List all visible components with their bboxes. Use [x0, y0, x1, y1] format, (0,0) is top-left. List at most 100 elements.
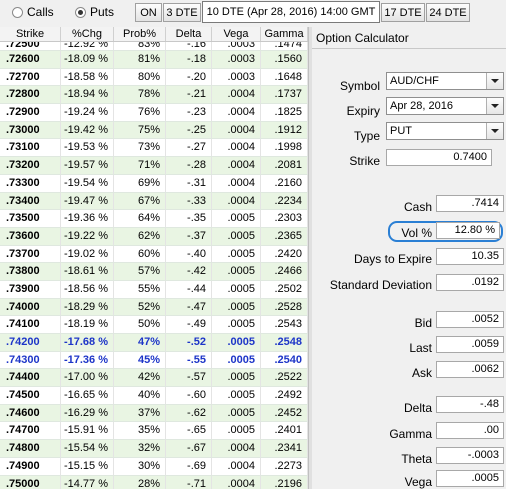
chevron-down-icon[interactable] [486, 123, 503, 139]
table-row[interactable]: .73300 -19.54 % 69% -.31.0004.2160 [0, 174, 308, 193]
expiry-button-10dte[interactable]: 10 DTE (Apr 28, 2016) 14:00 GMT [202, 1, 380, 23]
table-row[interactable]: .75000 -14.77 % 28% -.71.0004.2196 [0, 475, 308, 489]
delta-cell: -.42 [166, 263, 212, 280]
table-row[interactable]: .72600 -18.09 % 81% -.18.0003.1560 [0, 51, 308, 69]
delta-cell: -.60 [166, 387, 212, 404]
delta-cell: -.23 [166, 104, 212, 121]
chevron-down-icon[interactable] [486, 98, 503, 114]
table-row[interactable]: .74000 -18.29 % 52% -.47.0005.2528 [0, 298, 308, 317]
chevron-down-icon[interactable] [486, 73, 503, 89]
strike-cell: .72500 [0, 42, 61, 50]
gamma-cell: .2502 [261, 280, 308, 298]
table-row[interactable]: .74600 -16.29 % 37% -.62.0005.2452 [0, 404, 308, 423]
gamma-cell: .1737 [261, 86, 308, 104]
std-dev-label: Standard Deviation [329, 278, 432, 292]
delta-cell: -.40 [166, 245, 212, 263]
theta-field[interactable]: -.0003 [436, 447, 504, 464]
table-body: .72500 -12.92 % 83% -.16 .0003 .1474 .72… [0, 42, 308, 489]
column-header-delta[interactable]: Delta [166, 27, 212, 41]
table-row[interactable]: .73700 -19.02 % 60% -.40.0005.2420 [0, 245, 308, 264]
gamma-cell: .1912 [261, 121, 308, 139]
table-row[interactable]: .74200 -17.68 % 47% -.52.0005.2548 [0, 334, 308, 352]
table-row[interactable]: .73000 -19.42 % 75% -.25.0004.1912 [0, 121, 308, 140]
std-dev-field[interactable]: .0192 [436, 274, 504, 291]
last-field[interactable]: .0059 [436, 336, 504, 353]
expiry-button-3dte[interactable]: 3 DTE [163, 3, 201, 22]
vega-field[interactable]: .0005 [436, 470, 504, 487]
calls-radio[interactable]: Calls [12, 5, 54, 19]
expiry-button-on[interactable]: ON [135, 3, 162, 22]
column-header-prob[interactable]: Prob% [114, 27, 166, 41]
table-row[interactable]: .73800 -18.61 % 57% -.42.0005.2466 [0, 263, 308, 281]
gamma-cell: .2365 [261, 227, 308, 245]
prob-cell: 52% [114, 298, 166, 316]
table-row[interactable]: .73500 -19.36 % 64% -.35.0005.2303 [0, 210, 308, 228]
table-row[interactable]: .72800 -18.94 % 78% -.21.0004.1737 [0, 86, 308, 105]
ask-label: Ask [411, 366, 432, 380]
column-header-chg[interactable]: %Chg [61, 27, 114, 41]
vega-cell: .0005 [212, 422, 261, 440]
expiry-button-24dte[interactable]: 24 DTE [426, 3, 470, 22]
table-row[interactable]: .74300 -17.36 % 45% -.55.0005.2540 [0, 351, 308, 370]
days-to-expire-field[interactable]: 10.35 [436, 248, 504, 265]
vega-cell: .0004 [212, 475, 261, 489]
cash-field[interactable]: .7414 [436, 195, 504, 212]
delta-cell: -.47 [166, 298, 212, 316]
prob-cell: 45% [114, 351, 166, 369]
vega-cell: .0004 [212, 139, 261, 157]
delta-cell: -.25 [166, 121, 212, 139]
table-row[interactable]: .73200 -19.57 % 71% -.28.0004.2081 [0, 157, 308, 175]
chg-cell: -17.68 % [61, 334, 114, 351]
prob-cell: 78% [114, 86, 166, 104]
bid-field[interactable]: .0052 [436, 311, 504, 328]
column-header-gamma[interactable]: Gamma [261, 27, 308, 41]
gamma-cell: .2528 [261, 298, 308, 316]
table-row[interactable]: .72700 -18.58 % 80% -.20.0003.1648 [0, 68, 308, 87]
table-row[interactable]: .74900 -15.15 % 30% -.69.0004.2273 [0, 457, 308, 476]
ask-field[interactable]: .0062 [436, 361, 504, 378]
prob-cell: 81% [114, 51, 166, 68]
days-to-expire-label: Days to Expire [353, 252, 432, 266]
table-row[interactable]: .73600 -19.22 % 62% -.37.0005.2365 [0, 227, 308, 246]
strike-cell: .73300 [0, 174, 61, 192]
table-row[interactable]: .73900 -18.56 % 55% -.44.0005.2502 [0, 280, 308, 299]
expiry-select[interactable]: Apr 28, 2016 [386, 97, 504, 115]
expiry-button-17dte[interactable]: 17 DTE [381, 3, 425, 22]
table-row[interactable]: .74500 -16.65 % 40% -.60.0005.2492 [0, 387, 308, 405]
table-row[interactable]: .72500 -12.92 % 83% -.16 .0003 .1474 [0, 42, 308, 51]
delta-cell: -.20 [166, 68, 212, 86]
column-header-strike[interactable]: Strike [0, 27, 61, 41]
gamma-cell: .2160 [261, 174, 308, 192]
gamma-cell: .2341 [261, 440, 308, 457]
chg-cell: -18.09 % [61, 51, 114, 68]
table-row[interactable]: .74100 -18.19 % 50% -.49.0005.2543 [0, 316, 308, 334]
table-row[interactable]: .73400 -19.47 % 67% -.33.0004.2234 [0, 192, 308, 211]
strike-cell: .73900 [0, 280, 61, 298]
column-header-vega[interactable]: Vega [212, 27, 261, 41]
strike-field[interactable]: 0.7400 [386, 149, 492, 166]
table-row[interactable]: .73100 -19.53 % 73% -.27.0004.1998 [0, 139, 308, 158]
delta-field[interactable]: -.48 [436, 396, 504, 413]
gamma-cell: .1474 [261, 42, 308, 50]
chg-cell: -18.58 % [61, 68, 114, 86]
vega-cell: .0005 [212, 263, 261, 280]
table-header: Strike %Chg Prob% Delta Vega Gamma [0, 27, 308, 42]
vega-cell: .0004 [212, 440, 261, 457]
symbol-select[interactable]: AUD/CHF [386, 72, 504, 90]
puts-radio[interactable]: Puts [75, 5, 114, 19]
chg-cell: -18.94 % [61, 86, 114, 104]
table-row[interactable]: .72900 -19.24 % 76% -.23.0004.1825 [0, 104, 308, 122]
vega-cell: .0004 [212, 457, 261, 475]
vega-cell: .0004 [212, 86, 261, 104]
gamma-field[interactable]: .00 [436, 422, 504, 439]
table-row[interactable]: .74800 -15.54 % 32% -.67.0004.2341 [0, 440, 308, 458]
type-select[interactable]: PUT [386, 122, 504, 140]
calls-label: Calls [27, 5, 54, 19]
vega-cell: .0004 [212, 121, 261, 139]
chg-cell: -15.54 % [61, 440, 114, 457]
table-row[interactable]: .74700 -15.91 % 35% -.65.0005.2401 [0, 422, 308, 441]
delta-cell: -.33 [166, 192, 212, 210]
delta-label: Delta [403, 401, 432, 415]
table-row[interactable]: .74400 -17.00 % 42% -.57.0005.2522 [0, 369, 308, 388]
vol-field[interactable]: 12.80 % [436, 222, 500, 239]
